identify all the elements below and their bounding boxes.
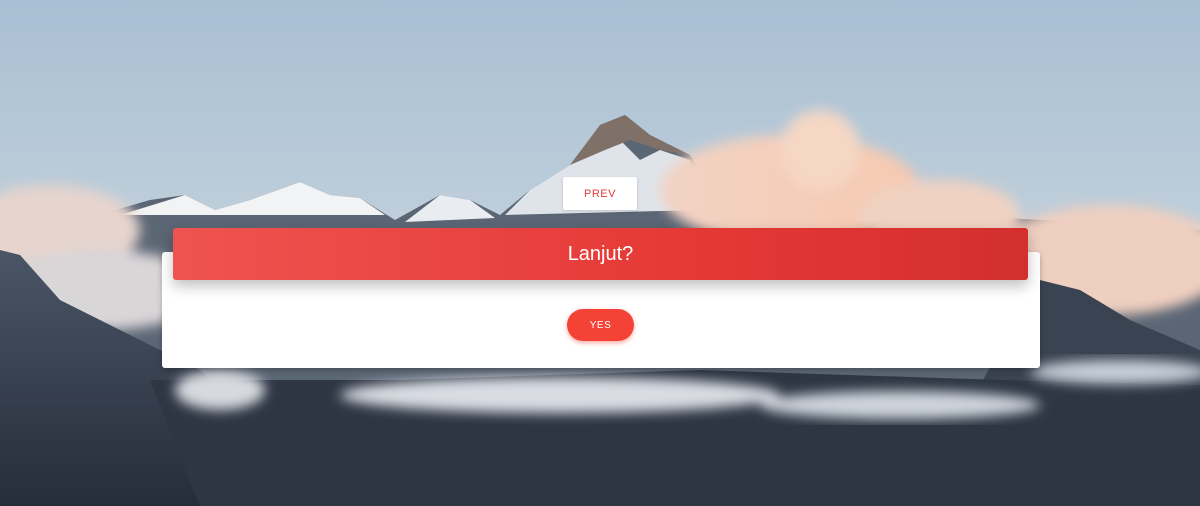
- prev-button[interactable]: PREV: [563, 177, 637, 210]
- dialog-title: Lanjut?: [567, 242, 634, 265]
- dialog-header: Lanjut?: [173, 228, 1028, 280]
- yes-button[interactable]: YES: [567, 309, 634, 341]
